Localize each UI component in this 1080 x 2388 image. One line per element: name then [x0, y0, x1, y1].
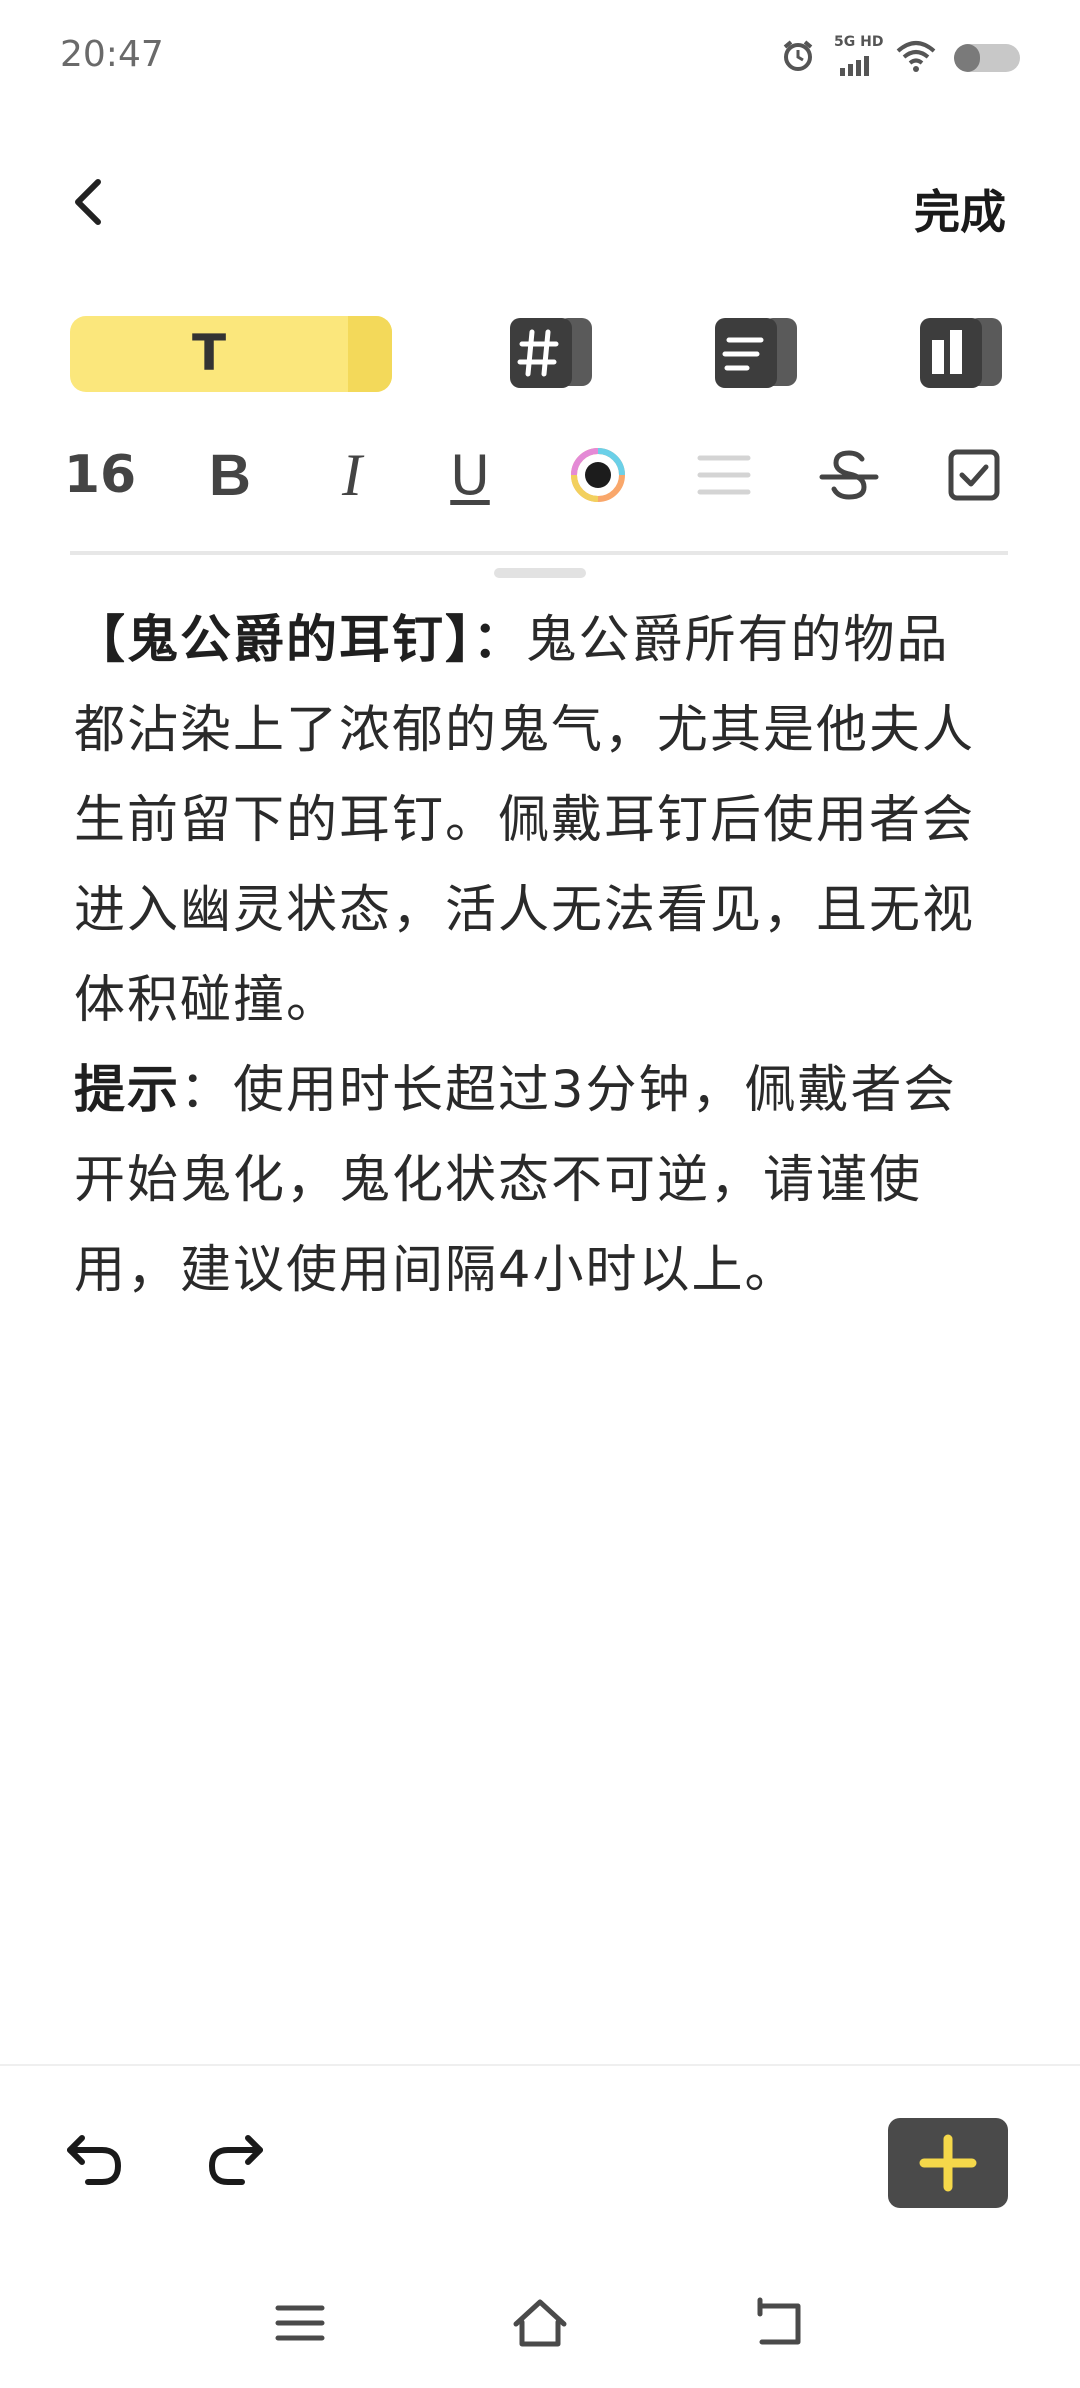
toolbar-divider	[70, 551, 1008, 555]
status-icons: 5G HD	[780, 34, 1020, 80]
tip-label: 提示	[74, 1061, 181, 1120]
menu-icon	[275, 2305, 325, 2341]
color-picker-icon	[571, 448, 625, 502]
add-icon	[919, 2134, 977, 2192]
redo-button[interactable]	[200, 2128, 268, 2190]
strikethrough-icon	[819, 450, 879, 500]
nav-back-button[interactable]	[750, 2296, 810, 2350]
hash-icon	[510, 318, 592, 388]
nav-home-button[interactable]	[510, 2296, 570, 2350]
note-title: 【鬼公爵的耳钉】：	[74, 611, 526, 670]
back-icon	[757, 2297, 801, 2345]
back-button[interactable]	[62, 172, 122, 232]
drag-handle[interactable]	[494, 568, 586, 578]
add-button[interactable]	[888, 2118, 1008, 2208]
strikethrough-button[interactable]	[818, 440, 880, 510]
checkbox-icon	[948, 449, 1000, 501]
list-lines-icon	[715, 318, 797, 388]
undo-button[interactable]	[62, 2128, 130, 2190]
note-editor[interactable]: 【鬼公爵的耳钉】：鬼公爵所有的物品都沾染上了浓郁的鬼气，尤其是他夫人生前留下的耳…	[74, 596, 994, 1316]
undo-icon	[67, 2135, 122, 2185]
checkbox-button[interactable]	[944, 440, 1004, 510]
note-paragraph: 鬼公爵所有的物品都沾染上了浓郁的鬼气，尤其是他夫人生前留下的耳钉。佩戴耳钉后使用…	[74, 611, 976, 1030]
chevron-left-icon	[75, 179, 101, 225]
wifi-icon	[896, 39, 936, 77]
style-tab-list[interactable]	[713, 312, 799, 390]
bold-button[interactable]: B	[200, 440, 260, 510]
home-icon	[513, 2299, 567, 2347]
tip-text: ：使用时长超过3分钟，佩戴者会开始鬼化，鬼化状态不可逆，请谨使用，建议使用间隔4…	[74, 1061, 957, 1300]
align-button[interactable]	[694, 440, 754, 510]
color-button[interactable]	[568, 440, 628, 510]
style-tabs: T	[70, 312, 1005, 394]
nav-menu-button[interactable]	[270, 2296, 330, 2350]
done-button[interactable]: 完成	[914, 176, 1006, 242]
columns-icon	[920, 318, 1002, 388]
font-size-button[interactable]: 16	[64, 440, 136, 510]
align-icon	[697, 455, 751, 495]
battery-icon	[954, 44, 1020, 72]
style-tab-text-label: T	[191, 324, 227, 382]
style-tab-text[interactable]: T	[70, 316, 392, 392]
bottom-divider	[0, 2064, 1080, 2066]
redo-icon	[208, 2135, 263, 2185]
style-tab-layout[interactable]	[918, 312, 1004, 390]
status-time: 20:47	[60, 34, 164, 75]
status-bar: 20:47 5G HD	[0, 0, 1080, 118]
underline-button[interactable]: U	[440, 440, 500, 510]
style-tab-heading[interactable]	[508, 312, 594, 390]
italic-button[interactable]: I	[322, 440, 382, 510]
alarm-icon	[780, 38, 816, 78]
cellular-signal-icon: 5G HD	[834, 34, 883, 78]
